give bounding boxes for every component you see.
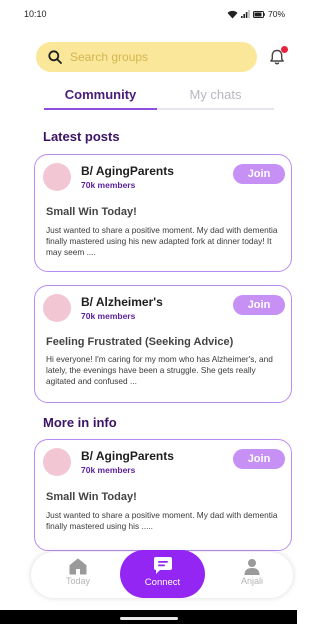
search-icon <box>48 50 62 64</box>
group-name[interactable]: B/ AgingParents <box>81 164 174 178</box>
search-row <box>36 42 292 72</box>
tab-my-chats[interactable]: My chats <box>157 86 274 110</box>
group-name[interactable]: B/ AgingParents <box>81 449 174 463</box>
post-excerpt: Hi everyone! I'm caring for my mom who h… <box>46 354 273 386</box>
group-avatar <box>43 163 71 191</box>
post-excerpt: Just wanted to share a positive moment. … <box>46 510 278 531</box>
nav-connect[interactable]: Connect <box>120 550 205 598</box>
status-icons: 70% <box>227 9 285 19</box>
nav-today-label: Today <box>65 576 91 586</box>
group-members: 70k members <box>81 180 136 190</box>
person-icon <box>244 559 260 575</box>
bottom-nav: Today Connect Anjali <box>31 550 293 598</box>
status-time: 10:10 <box>24 9 47 19</box>
post-card[interactable]: B/ AgingParents 70k members Join Small W… <box>34 154 292 272</box>
post-title: Small Win Today! <box>46 491 137 503</box>
chat-icon <box>153 557 172 574</box>
join-button[interactable]: Join <box>233 295 285 315</box>
post-title: Feeling Frustrated (Seeking Advice) <box>46 336 234 348</box>
tab-bar: Community My chats <box>44 86 274 110</box>
group-members: 70k members <box>81 465 136 475</box>
more-in-info-heading: More in info <box>43 415 117 430</box>
join-button[interactable]: Join <box>233 164 285 184</box>
search-input[interactable] <box>70 50 240 64</box>
search-bar[interactable] <box>36 42 257 72</box>
nav-profile[interactable]: Anjali <box>222 556 282 594</box>
nav-profile-label: Anjali <box>240 576 263 586</box>
post-card[interactable]: B/ AgingParents 70k members Join Small W… <box>34 439 292 551</box>
tab-community[interactable]: Community <box>44 86 157 110</box>
wifi-icon <box>227 10 238 18</box>
home-icon <box>69 558 87 575</box>
battery-percent: 70% <box>267 9 285 19</box>
join-button[interactable]: Join <box>233 449 285 469</box>
status-bar: 10:10 70% <box>0 0 297 28</box>
group-avatar <box>43 448 71 476</box>
battery-icon <box>252 10 265 18</box>
group-avatar <box>43 294 71 322</box>
signal-icon <box>240 10 250 18</box>
post-title: Small Win Today! <box>46 206 137 218</box>
group-members: 70k members <box>81 311 136 321</box>
nav-connect-label: Connect <box>144 577 181 588</box>
nav-today[interactable]: Today <box>48 556 108 594</box>
post-excerpt: Just wanted to share a positive moment. … <box>46 225 278 257</box>
latest-posts-heading: Latest posts <box>43 129 120 144</box>
group-name[interactable]: B/ Alzheimer's <box>81 295 163 309</box>
notification-badge <box>281 46 288 53</box>
post-card[interactable]: B/ Alzheimer's 70k members Join Feeling … <box>34 285 292 403</box>
home-indicator[interactable] <box>120 617 178 620</box>
